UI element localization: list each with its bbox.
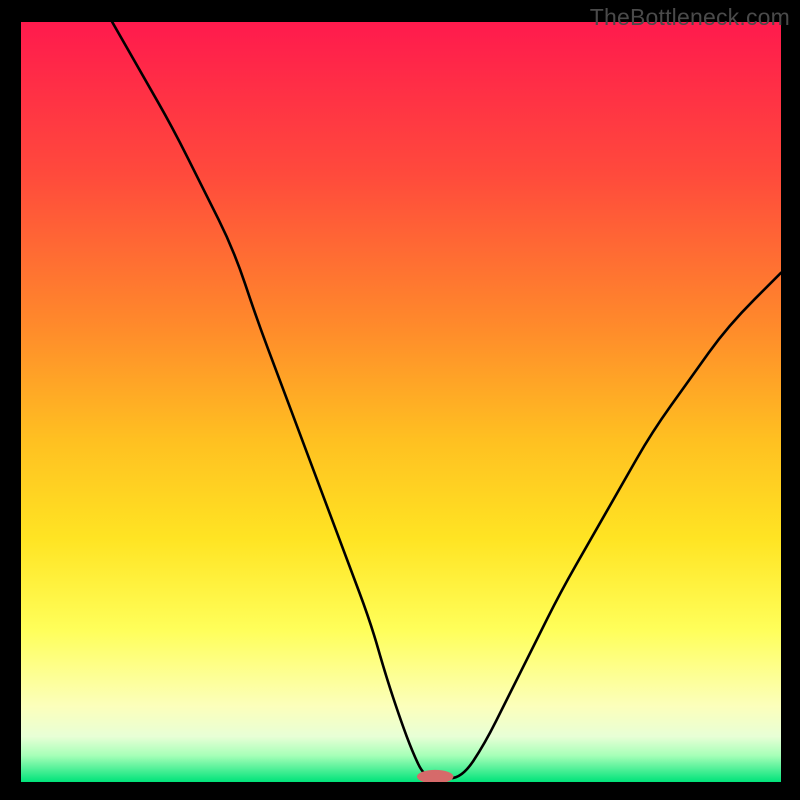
watermark-text: TheBottleneck.com [590,4,790,31]
gradient-background [21,22,781,782]
chart-container: TheBottleneck.com [0,0,800,800]
plot-area [21,22,781,782]
chart-svg [21,22,781,782]
